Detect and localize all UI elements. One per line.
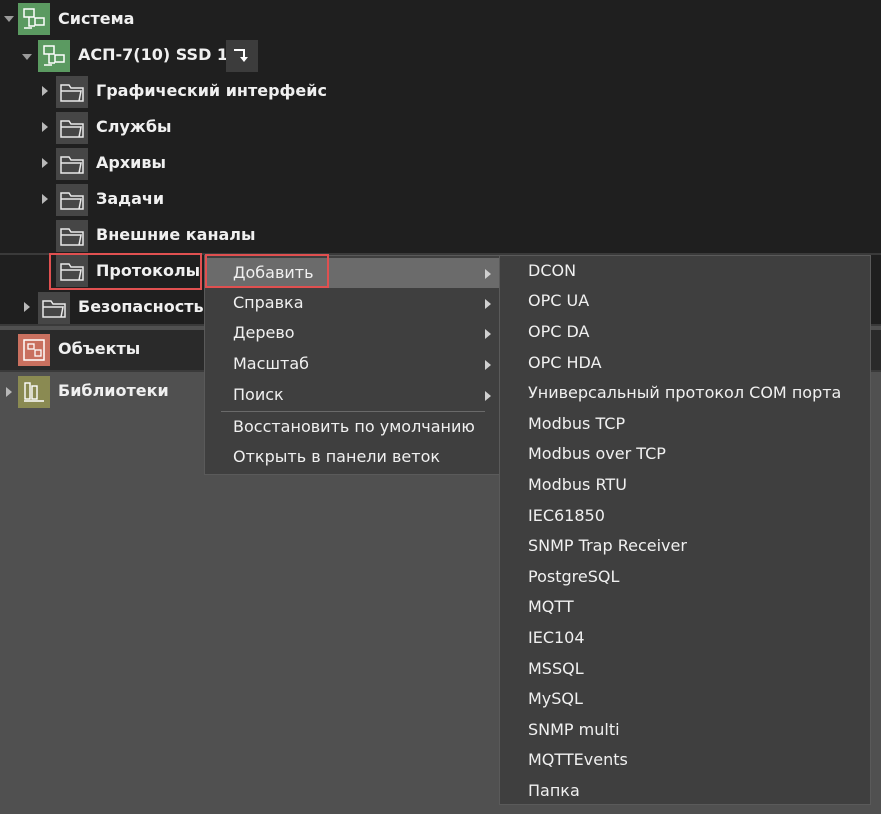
chevron-right-icon (485, 329, 491, 339)
expander-down-icon[interactable] (4, 16, 14, 22)
submenu-item[interactable]: IEC61850 (528, 501, 605, 531)
submenu-item[interactable]: MySQL (528, 684, 583, 714)
submenu-item[interactable]: MQTTEvents (528, 745, 628, 775)
folder-icon (56, 112, 88, 144)
submenu-item[interactable]: MQTT (528, 592, 574, 622)
menu-item-open-in-branch-panel[interactable]: Открыть в панели веток (205, 442, 499, 472)
expander-right-icon[interactable] (24, 302, 30, 312)
menu-item-label: Поиск (233, 385, 284, 404)
menu-item-restore-default[interactable]: Восстановить по умолчанию (205, 412, 499, 442)
submenu-item[interactable]: Modbus over TCP (528, 439, 666, 469)
tree-node-label: Безопасность (78, 297, 204, 316)
highlight-frame (205, 254, 329, 288)
expander-right-icon[interactable] (42, 194, 48, 204)
device-icon (38, 40, 70, 72)
submenu-item[interactable]: MSSQL (528, 654, 584, 684)
libraries-icon (18, 376, 50, 408)
menu-item-label: Открыть в панели веток (233, 447, 441, 466)
chevron-right-icon (485, 269, 491, 279)
expander-right-icon[interactable] (42, 158, 48, 168)
highlight-frame (49, 253, 202, 290)
tree-node-label: Архивы (96, 153, 166, 172)
submenu-item[interactable]: DCON (528, 256, 576, 286)
menu-item-search[interactable]: Поиск (205, 380, 499, 410)
folder-icon (56, 76, 88, 108)
chevron-right-icon (485, 360, 491, 370)
menu-item-label: Восстановить по умолчанию (233, 417, 475, 436)
tree-node-label: Система (58, 9, 135, 28)
system-icon (18, 3, 50, 35)
menu-item-help[interactable]: Справка (205, 288, 499, 318)
submenu-item[interactable]: IEC104 (528, 623, 585, 653)
folder-icon (38, 292, 70, 324)
menu-item-label: Дерево (233, 323, 295, 342)
goto-icon[interactable] (226, 40, 258, 72)
chevron-right-icon (485, 299, 491, 309)
panel-label: Библиотеки (58, 381, 169, 400)
tree-node-label: Внешние каналы (96, 225, 256, 244)
expander-right-icon[interactable] (6, 387, 12, 397)
panel-label: Объекты (58, 339, 141, 358)
chevron-right-icon (485, 391, 491, 401)
tree-node-label: Задачи (96, 189, 165, 208)
context-menu: Добавить Справка Дерево Масштаб Поиск Во… (204, 255, 500, 475)
menu-item-label: Масштаб (233, 354, 310, 373)
menu-item-scale[interactable]: Масштаб (205, 349, 499, 379)
add-submenu: DCON OPC UA OPC DA OPC HDA Универсальный… (499, 255, 871, 805)
submenu-item[interactable]: SNMP multi (528, 715, 620, 745)
submenu-item[interactable]: Папка (528, 776, 580, 806)
expander-down-icon[interactable] (22, 54, 32, 60)
folder-icon (56, 220, 88, 252)
folder-icon (56, 184, 88, 216)
tree-node-label: Службы (96, 117, 172, 136)
tree-node-label: АСП-7(10) SSD 1 (78, 45, 229, 64)
submenu-item[interactable]: Modbus TCP (528, 409, 625, 439)
submenu-item[interactable]: Универсальный протокол COM порта (528, 378, 841, 408)
submenu-item[interactable]: OPC HDA (528, 348, 602, 378)
tree-node-label: Графический интерфейс (96, 81, 327, 100)
menu-item-label: Справка (233, 293, 304, 312)
submenu-item[interactable]: PostgreSQL (528, 562, 619, 592)
expander-right-icon[interactable] (42, 86, 48, 96)
expander-right-icon[interactable] (42, 122, 48, 132)
submenu-item[interactable]: OPC UA (528, 286, 589, 316)
folder-icon (56, 148, 88, 180)
submenu-item[interactable]: OPC DA (528, 317, 589, 347)
objects-icon (18, 334, 50, 366)
submenu-item[interactable]: Modbus RTU (528, 470, 627, 500)
submenu-item[interactable]: SNMP Trap Receiver (528, 531, 687, 561)
menu-item-tree[interactable]: Дерево (205, 318, 499, 348)
